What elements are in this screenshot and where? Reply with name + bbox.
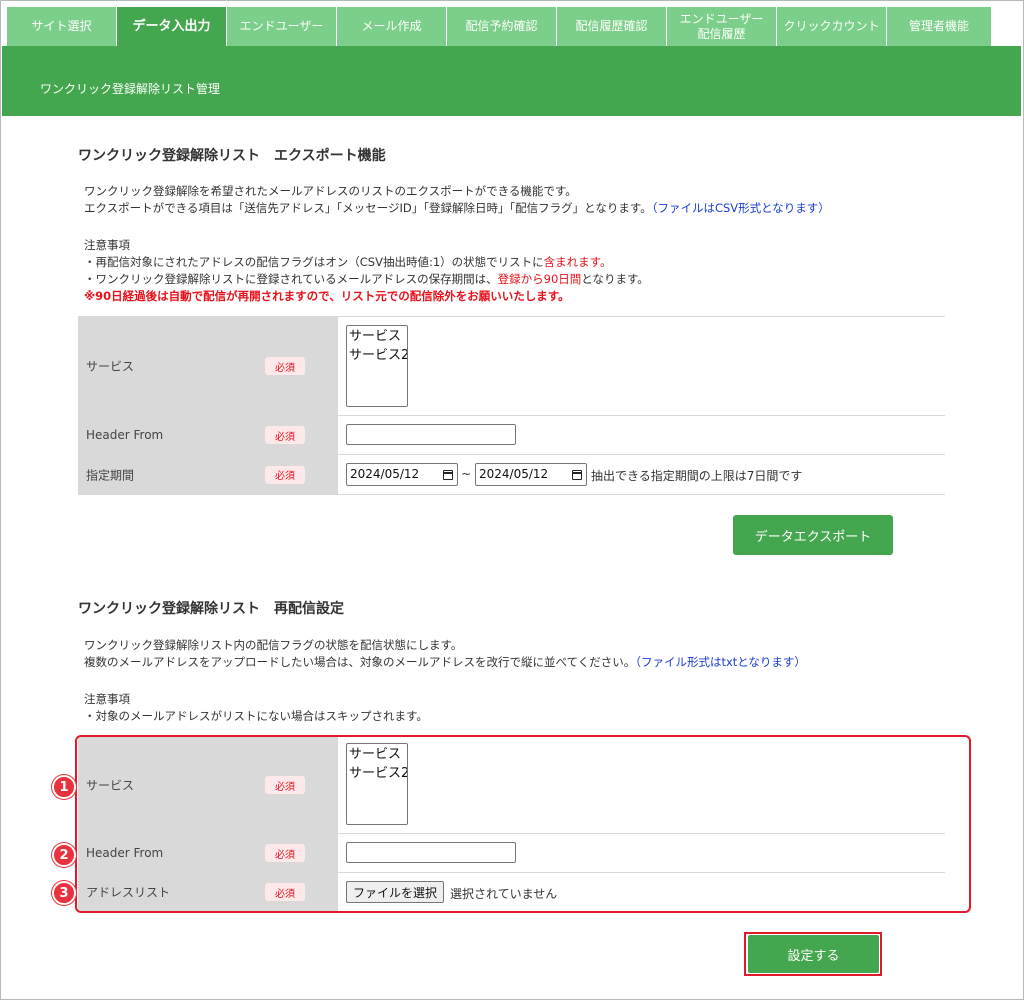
export-header-from-header: Header From 必須	[78, 416, 338, 454]
export-date-to-input[interactable]: 2024/05/12	[475, 463, 587, 486]
export-format-note: （ファイルはCSV形式となります）	[651, 201, 830, 215]
tab-end-user[interactable]: エンドユーザー	[227, 7, 337, 46]
export-note2: ・ワンクリック登録解除リストに登録されているメールアドレスの保存期間は、登録から…	[84, 271, 649, 288]
export-note2-suffix: となります。	[581, 272, 649, 286]
tab-admin[interactable]: 管理者機能	[887, 7, 991, 46]
resend-desc-line2: 複数のメールアドレスをアップロードしたい場合は、対象のメールアドレスを改行で縦に…	[84, 654, 806, 671]
export-notes: 注意事項 ・再配信対象にされたアドレスの配信フラグはオン（CSV抽出時値:1）の…	[84, 237, 649, 305]
date-from-value: 2024/05/12	[350, 467, 420, 481]
page-title: ワンクリック登録解除リスト管理	[40, 82, 221, 96]
required-badge: 必須	[265, 426, 305, 444]
service-option[interactable]: サービス	[348, 327, 407, 346]
tab-data-io[interactable]: データ入出力	[117, 7, 227, 46]
export-service-select[interactable]: サービス サービス2	[346, 325, 408, 407]
export-note2-emphasis: 登録から90日間	[497, 272, 582, 286]
button-highlight-frame	[744, 932, 882, 976]
export-desc-line1: ワンクリック登録解除を希望されたメールアドレスのリストのエクスポートができる機能…	[84, 184, 577, 198]
calendar-icon[interactable]	[572, 470, 582, 480]
required-badge: 必須	[265, 465, 305, 484]
export-desc-line2-text: エクスポートができる項目は「送信先アドレス」「メッセージID」「登録解除日時」「…	[84, 201, 652, 215]
export-description: ワンクリック登録解除を希望されたメールアドレスのリストのエクスポートができる機能…	[84, 183, 830, 217]
export-desc-line2: エクスポートができる項目は「送信先アドレス」「メッセージID」「登録解除日時」「…	[84, 200, 830, 217]
step-badge-3: 3	[52, 881, 76, 905]
step-badge-1: 1	[52, 775, 76, 799]
export-service-cell: サービス サービス2	[338, 317, 945, 415]
date-range-separator: ~	[461, 467, 472, 481]
export-date-from-input[interactable]: 2024/05/12	[346, 463, 458, 486]
period-limit-note: 抽出できる指定期間の上限は7日間です	[591, 469, 803, 483]
resend-desc-line2-text: 複数のメールアドレスをアップロードしたい場合は、対象のメールアドレスを改行で縦に…	[84, 655, 636, 669]
tab-delivery-schedule[interactable]: 配信予約確認	[447, 7, 557, 46]
calendar-icon[interactable]	[443, 470, 453, 480]
resend-desc-line1: ワンクリック登録解除リスト内の配信フラグの状態を配信状態にします。	[84, 638, 463, 652]
resend-heading: ワンクリック登録解除リスト 再配信設定	[78, 601, 344, 617]
resend-note1: ・対象のメールアドレスがリストにない場合はスキップされます。	[84, 709, 428, 723]
required-badge: 必須	[265, 357, 305, 375]
tab-mail-create[interactable]: メール作成	[337, 7, 447, 46]
date-to-value: 2024/05/12	[479, 467, 549, 481]
export-service-label: サービス	[86, 359, 135, 374]
export-period-label: 指定期間	[86, 468, 135, 482]
export-header-from-label: Header From	[86, 428, 164, 442]
export-heading: ワンクリック登録解除リスト エクスポート機能	[78, 148, 386, 164]
data-export-button[interactable]: データエクスポート	[733, 515, 893, 555]
export-header-from-cell	[338, 416, 945, 454]
export-note1-text: ・再配信対象にされたアドレスの配信フラグはオン（CSV抽出時値:1）の状態でリス…	[84, 255, 544, 269]
export-note1-emphasis: 含まれます。	[543, 255, 612, 269]
export-period-header: 指定期間 必須	[78, 455, 338, 494]
export-service-row: サービス 必須 サービス サービス2	[78, 317, 945, 416]
export-header-from-input[interactable]	[346, 424, 516, 445]
step-badge-2: 2	[52, 843, 76, 867]
tab-delivery-history[interactable]: 配信履歴確認	[557, 7, 667, 46]
export-note1: ・再配信対象にされたアドレスの配信フラグはオン（CSV抽出時値:1）の状態でリス…	[84, 254, 649, 271]
export-period-cell: 2024/05/12 ~ 2024/05/12 抽出できる指定期間の上限は7日間…	[338, 455, 945, 494]
export-period-row: 指定期間 必須 2024/05/12 ~ 2024/05/12 抽出できる指定期…	[78, 455, 945, 495]
resend-format-note: （ファイル形式はtxtとなります）	[635, 655, 806, 669]
resend-notes-title: 注意事項	[84, 692, 130, 706]
export-notes-title: 注意事項	[84, 238, 130, 252]
service-option[interactable]: サービス2	[348, 346, 407, 365]
tab-site-select[interactable]: サイト選択	[7, 7, 117, 46]
export-service-header: サービス 必須	[78, 317, 338, 415]
export-form-table: サービス 必須 サービス サービス2 Header From 必須 指定期間 必…	[78, 316, 945, 495]
export-warning: ※90日経過後は自動で配信が再開されますので、リスト元での配信除外をお願いいたし…	[84, 289, 570, 303]
highlight-frame	[75, 735, 971, 913]
export-note2-text: ・ワンクリック登録解除リストに登録されているメールアドレスの保存期間は、	[84, 272, 498, 286]
top-nav: サイト選択 データ入出力 エンドユーザー メール作成 配信予約確認 配信履歴確認…	[7, 7, 1001, 46]
resend-notes: 注意事項 ・対象のメールアドレスがリストにない場合はスキップされます。	[84, 691, 428, 725]
resend-description: ワンクリック登録解除リスト内の配信フラグの状態を配信状態にします。 複数のメール…	[84, 637, 806, 671]
tab-end-user-history[interactable]: エンドユーザー 配信履歴	[667, 7, 777, 46]
export-header-from-row: Header From 必須	[78, 416, 945, 455]
tab-click-count[interactable]: クリックカウント	[777, 7, 887, 46]
